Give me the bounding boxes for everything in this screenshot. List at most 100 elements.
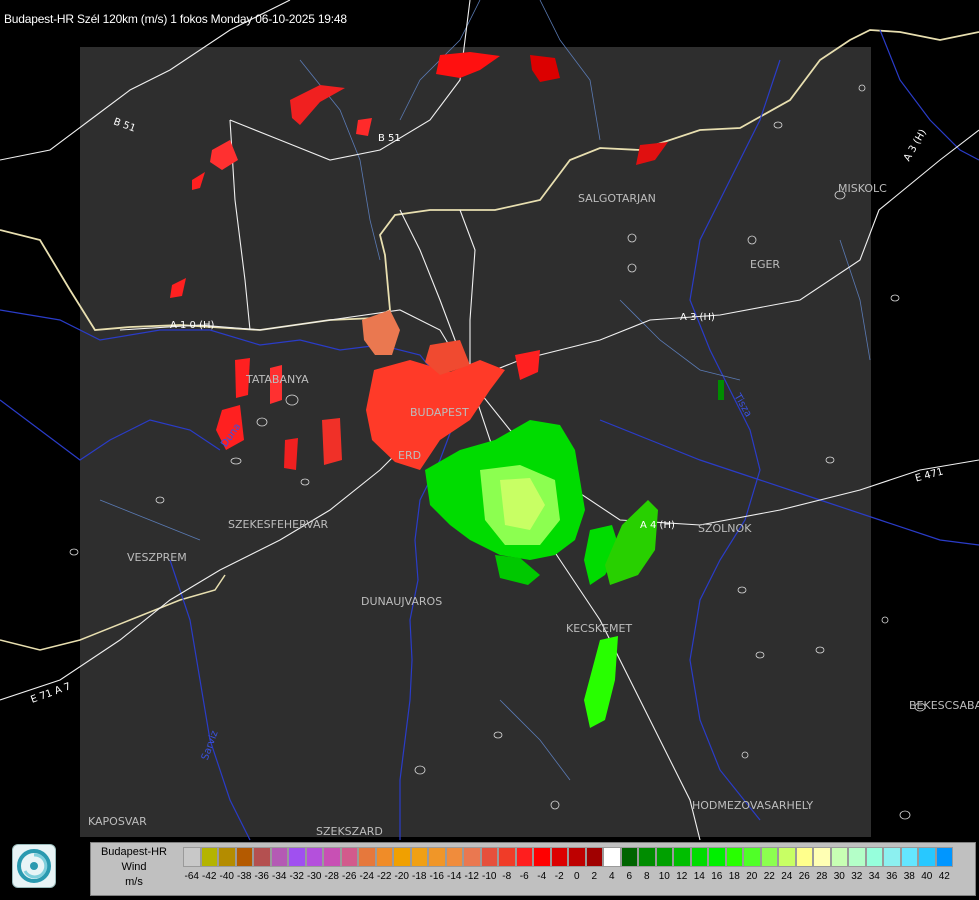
legend-tick-label: -6: [519, 871, 529, 882]
city-label: SZOLNOK: [698, 522, 752, 535]
legend-tick-label: 2: [591, 871, 598, 882]
legend-tick-label: -16: [429, 871, 444, 882]
legend-swatch: [620, 847, 638, 867]
legend-tick-label: 36: [886, 871, 898, 882]
legend-tick-label: -2: [554, 871, 564, 882]
legend-swatch: [515, 847, 533, 867]
legend-title: Budapest-HR Wind m/s: [91, 843, 177, 895]
logo-icon: [12, 844, 56, 888]
legend-line-1: Budapest-HR: [100, 846, 168, 858]
legend-tick-label: 22: [763, 871, 775, 882]
legend-tick-label: 12: [676, 871, 688, 882]
radar-coverage-area: [80, 47, 871, 837]
legend-tick-label: -8: [502, 871, 512, 882]
legend-tick-label: 4: [608, 871, 615, 882]
legend-tick-label: -36: [254, 871, 269, 882]
legend-swatch: [218, 847, 236, 867]
legend-swatch: [428, 847, 446, 867]
legend-swatch: [305, 847, 323, 867]
legend-swatch: [270, 847, 288, 867]
legend-swatch: [200, 847, 218, 867]
legend-tick-label: -10: [482, 871, 497, 882]
legend-swatch: [725, 847, 743, 867]
color-legend: Budapest-HR Wind m/s -64 -42 -40 -38 -36 -34-…: [90, 842, 976, 896]
legend-swatch: [585, 847, 603, 867]
road-label: A 4 (H): [640, 520, 675, 531]
legend-swatch: [655, 847, 673, 867]
legend-swatch: [358, 847, 376, 867]
legend-swatch: [445, 847, 463, 867]
legend-swatch: [183, 847, 201, 867]
legend-ticks: -64 -42 -40 -38 -36 -34 -32 -30 -28 -26 -24 -22 -20-…: [183, 871, 953, 882]
legend-tick-label: -32: [289, 871, 304, 882]
city-label: ERD: [398, 449, 422, 462]
legend-swatch: [638, 847, 656, 867]
legend-tick-label: -22: [377, 871, 392, 882]
legend-swatch: [568, 847, 586, 867]
city-label: BEKESCSABA: [909, 699, 979, 712]
legend-tick-label: 14: [693, 871, 705, 882]
legend-tick-label: 26: [798, 871, 810, 882]
legend-swatch: [935, 847, 953, 867]
legend-tick-label: 10: [658, 871, 670, 882]
legend-tick-label: 30: [833, 871, 845, 882]
legend-swatch: [235, 847, 253, 867]
legend-swatch: [410, 847, 428, 867]
legend-tick-label: 6: [626, 871, 633, 882]
legend-swatch: [253, 847, 271, 867]
city-label: KAPOSVAR: [88, 815, 147, 828]
road-label: A 1 0 (H): [170, 320, 215, 331]
legend-tick-label: 24: [781, 871, 793, 882]
legend-tick-label: -12: [464, 871, 479, 882]
legend-tick-label: -38: [237, 871, 252, 882]
legend-line-3: m/s: [125, 876, 143, 888]
legend-swatch: [340, 847, 358, 867]
legend-tick-label: -28: [324, 871, 339, 882]
city-label: VESZPREM: [127, 551, 187, 564]
legend-tick-label: 32: [851, 871, 863, 882]
legend-swatch: [498, 847, 516, 867]
legend-tick-label: 18: [728, 871, 740, 882]
legend-tick-label: 0: [573, 871, 580, 882]
legend-tick-label: -18: [412, 871, 427, 882]
legend-tick-label: 20: [746, 871, 758, 882]
legend-swatch: [865, 847, 883, 867]
city-label: TATABANYA: [246, 373, 309, 386]
legend-tick-label: -34: [272, 871, 287, 882]
city-label: SZEKSZARD: [316, 825, 383, 838]
legend-swatch: [848, 847, 866, 867]
legend-tick-label: 8: [643, 871, 650, 882]
city-label: SZEKESFEHERVAR: [228, 518, 329, 531]
legend-tick-label: 40: [921, 871, 933, 882]
legend-swatch: [603, 847, 621, 867]
legend-tick-label: 38: [903, 871, 915, 882]
legend-tick-label: 16: [711, 871, 723, 882]
legend-tick-label: -24: [359, 871, 374, 882]
radar-map: [0, 0, 979, 841]
legend-tick-label: 28: [816, 871, 828, 882]
legend-swatch: [918, 847, 936, 867]
legend-swatch: [813, 847, 831, 867]
city-label: BUDAPEST: [410, 406, 469, 419]
legend-swatch: [778, 847, 796, 867]
legend-tick-label: -64: [184, 871, 199, 882]
city-label: EGER: [750, 258, 781, 271]
legend-tick-label: -30: [307, 871, 322, 882]
legend-swatch: [375, 847, 393, 867]
city-label: SALGOTARJAN: [578, 192, 656, 205]
legend-tick-label: -42: [202, 871, 217, 882]
legend-swatch: [480, 847, 498, 867]
legend-swatch: [463, 847, 481, 867]
legend-swatch: [533, 847, 551, 867]
legend-tick-label: -20: [394, 871, 409, 882]
city-label: KECSKEMET: [566, 622, 633, 635]
legend-tick-label: -4: [537, 871, 547, 882]
page-title: Budapest-HR Szél 120km (m/s) 1 fokos Mon…: [4, 12, 347, 26]
legend-swatch: [760, 847, 778, 867]
legend-swatch: [795, 847, 813, 867]
legend-swatch: [743, 847, 761, 867]
legend-swatch: [708, 847, 726, 867]
legend-swatch: [830, 847, 848, 867]
legend-swatch: [900, 847, 918, 867]
city-label: MISKOLC: [838, 182, 887, 195]
